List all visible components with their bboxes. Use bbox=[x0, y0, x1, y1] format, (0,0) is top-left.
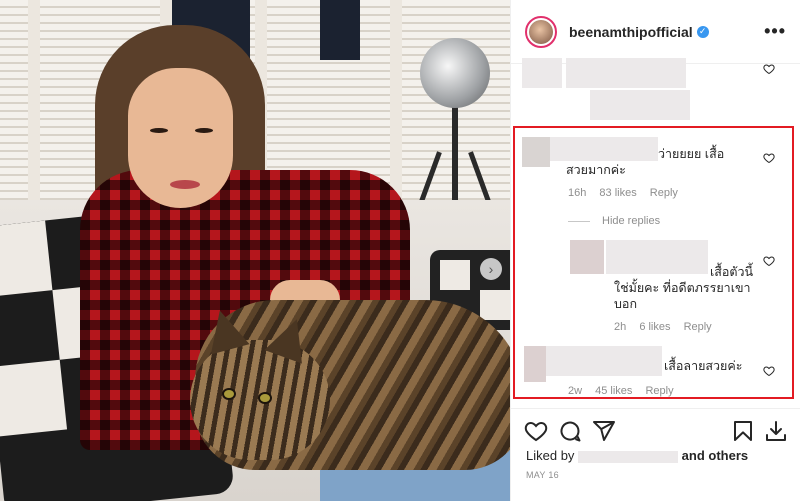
next-photo-button[interactable]: › bbox=[480, 258, 502, 280]
comment-likes[interactable]: 45 likes bbox=[595, 385, 632, 397]
comment-meta: 16h 83 likes Reply bbox=[568, 187, 688, 199]
bookmark-icon[interactable] bbox=[731, 419, 755, 443]
username-link[interactable]: beenamthipofficial bbox=[569, 24, 693, 40]
cat-eye bbox=[258, 392, 272, 404]
avatar[interactable] bbox=[525, 15, 557, 48]
reply-button[interactable]: Reply bbox=[650, 187, 678, 199]
blurred-comment bbox=[590, 90, 690, 120]
lips bbox=[170, 180, 200, 189]
action-bar bbox=[510, 408, 800, 448]
comment-likes[interactable]: 6 likes bbox=[639, 321, 670, 333]
comment-time: 2h bbox=[614, 321, 627, 333]
comment-time: 16h bbox=[568, 187, 587, 199]
like-comment-heart-icon[interactable] bbox=[763, 152, 775, 164]
more-options-button[interactable]: ••• bbox=[764, 21, 786, 42]
download-icon[interactable] bbox=[764, 419, 788, 443]
comment-meta: 2h 6 likes Reply bbox=[614, 321, 722, 333]
divider-line bbox=[568, 220, 590, 222]
lamp-head bbox=[420, 38, 490, 108]
window-frame bbox=[28, 0, 40, 230]
comment-text: เสื้อลายสวยค่ะ bbox=[664, 359, 743, 373]
eye bbox=[150, 128, 168, 133]
blurred-avatar bbox=[522, 58, 562, 88]
blurred-comment bbox=[566, 58, 686, 88]
verified-badge-icon: ✓ bbox=[696, 25, 709, 38]
reply-button[interactable]: Reply bbox=[645, 385, 673, 397]
cat-eye bbox=[222, 388, 236, 400]
hide-replies-button[interactable]: Hide replies bbox=[568, 215, 660, 227]
dark-window bbox=[320, 0, 360, 60]
comment-text: ว่ายยยย เสื้อสวยมากค่ะ bbox=[566, 147, 725, 177]
hide-replies-label: Hide replies bbox=[602, 215, 661, 227]
comment-likes[interactable]: 83 likes bbox=[599, 187, 636, 199]
blurred-avatar bbox=[524, 346, 546, 382]
reply-text: เสื้อตัวนี้ใช่มั้ยคะ ที่อดีตภรรยาเขาบอก bbox=[614, 265, 754, 311]
liked-by-prefix: Liked by bbox=[526, 448, 575, 463]
eye bbox=[195, 128, 213, 133]
like-comment-heart-icon[interactable] bbox=[763, 63, 775, 75]
like-comment-heart-icon[interactable] bbox=[763, 365, 775, 377]
comment-bubble-icon[interactable] bbox=[558, 419, 582, 443]
blurred-username bbox=[546, 346, 662, 376]
post-date: MAY 16 bbox=[526, 470, 559, 480]
post-photo[interactable]: › bbox=[0, 0, 510, 501]
blurred-avatar bbox=[522, 137, 550, 167]
comment-time: 2w bbox=[568, 385, 583, 397]
like-heart-icon[interactable] bbox=[524, 419, 548, 443]
reply-button[interactable]: Reply bbox=[684, 321, 712, 333]
blurred-avatar bbox=[570, 240, 604, 274]
post-header: beenamthipofficial ✓ ••• bbox=[511, 0, 800, 64]
and-others-link[interactable]: and others bbox=[682, 448, 748, 463]
like-comment-heart-icon[interactable] bbox=[763, 255, 775, 267]
liked-by-line: Liked by and others bbox=[526, 448, 748, 463]
share-send-icon[interactable] bbox=[592, 419, 616, 443]
blurred-liker bbox=[578, 450, 679, 463]
comment-meta: 2w 45 likes Reply bbox=[568, 385, 684, 397]
